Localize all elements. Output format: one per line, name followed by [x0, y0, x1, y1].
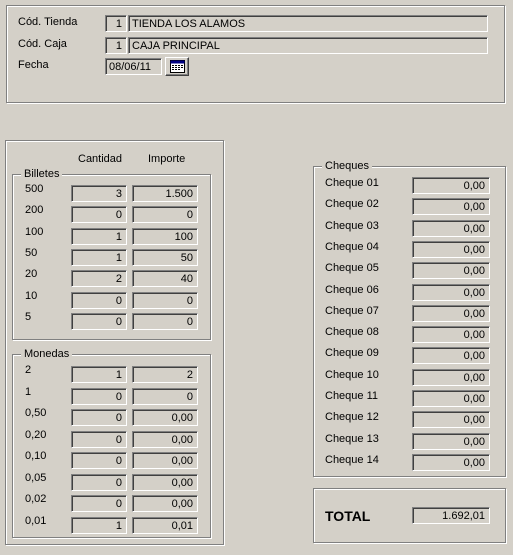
cheque-value-field[interactable]: 0,00: [412, 198, 490, 216]
monedas-importe-field: 0,00: [132, 495, 198, 512]
cheque-label: Cheque 05: [325, 262, 379, 275]
monedas-importe-field: 0,00: [132, 409, 198, 426]
cheque-label: Cheque 14: [325, 453, 379, 466]
monedas-denom-label: 1: [25, 385, 32, 398]
cheques-legend: Cheques: [322, 160, 373, 172]
billetes-denom-label: 50: [25, 246, 38, 259]
monedas-importe-field: 0,01: [132, 516, 198, 534]
billetes-cantidad-field[interactable]: 1: [71, 227, 127, 245]
cheque-value-field[interactable]: 0,00: [412, 326, 490, 344]
cheque-value-field[interactable]: 0,00: [412, 368, 490, 386]
fecha-label: Fecha: [18, 59, 49, 71]
billetes-cantidad-field[interactable]: 0: [71, 206, 127, 224]
cheque-value-field[interactable]: 0,00: [412, 453, 490, 471]
billetes-denom-label: 5: [25, 310, 32, 323]
billetes-importe-field: 100: [132, 227, 198, 245]
calendar-icon: [170, 60, 185, 73]
total-label: TOTAL: [325, 508, 371, 524]
cheque-label: Cheque 06: [325, 283, 379, 296]
billetes-importe-field: 0: [132, 206, 198, 224]
cheque-value-field[interactable]: 0,00: [412, 347, 490, 365]
billetes-denom-label: 10: [25, 289, 38, 302]
billetes-importe-field: 50: [132, 248, 198, 266]
tienda-code-field[interactable]: 1: [105, 15, 127, 32]
monedas-importe-field: 0,00: [132, 452, 198, 469]
billetes-cantidad-field[interactable]: 0: [71, 291, 127, 309]
monedas-denom-label: 0,05: [25, 471, 47, 484]
cantidad-header: Cantidad: [78, 153, 123, 165]
monedas-denom-label: 0,02: [25, 493, 47, 505]
tienda-label: Cód. Tienda: [18, 16, 78, 28]
cheque-label: Cheque 07: [325, 304, 379, 317]
cheque-value-field[interactable]: 0,00: [412, 283, 490, 301]
cheque-value-field[interactable]: 0,00: [412, 177, 490, 194]
billetes-importe-field: 1.500: [132, 185, 198, 202]
billetes-importe-field: 0: [132, 312, 198, 330]
monedas-cantidad-field[interactable]: 0: [71, 409, 127, 426]
monedas-legend: Monedas: [21, 348, 73, 360]
cheque-value-field[interactable]: 0,00: [412, 240, 490, 258]
monedas-denom-label: 2: [25, 364, 32, 376]
cheque-value-field[interactable]: 0,00: [412, 219, 490, 237]
billetes-denom-label: 100: [25, 225, 44, 238]
tienda-name-field[interactable]: TIENDA LOS ALAMOS: [128, 15, 488, 32]
cheque-value-field[interactable]: 0,00: [412, 304, 490, 322]
monedas-importe-field: 0: [132, 387, 198, 405]
fecha-field[interactable]: 08/06/11: [105, 58, 162, 75]
monedas-importe-field: 0,00: [132, 430, 198, 448]
cheque-label: Cheque 11: [325, 390, 379, 402]
monedas-importe-field: 2: [132, 366, 198, 383]
monedas-denom-label: 0,10: [25, 450, 47, 462]
monedas-cantidad-field[interactable]: 1: [71, 516, 127, 534]
billetes-cantidad-field[interactable]: 2: [71, 270, 127, 288]
monedas-denom-label: 0,20: [25, 428, 47, 441]
monedas-cantidad-field[interactable]: 1: [71, 366, 127, 383]
billetes-denom-label: 500: [25, 183, 44, 195]
cheque-label: Cheque 08: [325, 326, 379, 339]
cheque-label: Cheque 02: [325, 198, 379, 211]
billetes-importe-field: 0: [132, 291, 198, 309]
monedas-denom-label: 0,01: [25, 514, 47, 527]
monedas-cantidad-field[interactable]: 0: [71, 473, 127, 491]
cheque-value-field[interactable]: 0,00: [412, 390, 490, 407]
caja-name-field[interactable]: CAJA PRINCIPAL: [128, 37, 488, 54]
caja-code-field[interactable]: 1: [105, 37, 127, 54]
cheque-label: Cheque 12: [325, 411, 379, 424]
importe-header: Importe: [148, 153, 186, 165]
cheque-label: Cheque 03: [325, 219, 379, 232]
cheque-label: Cheque 09: [325, 347, 379, 360]
monedas-cantidad-field[interactable]: 0: [71, 452, 127, 469]
cheque-label: Cheque 10: [325, 368, 379, 381]
billetes-legend: Billetes: [21, 168, 63, 180]
billetes-cantidad-field[interactable]: 0: [71, 312, 127, 330]
monedas-cantidad-field[interactable]: 0: [71, 387, 127, 405]
monedas-cantidad-field[interactable]: 0: [71, 495, 127, 512]
monedas-importe-field: 0,00: [132, 473, 198, 491]
cheque-value-field[interactable]: 0,00: [412, 411, 490, 429]
billetes-denom-label: 20: [25, 268, 38, 281]
cheque-label: Cheque 01: [325, 177, 379, 189]
monedas-cantidad-field[interactable]: 0: [71, 430, 127, 448]
total-field: 1.692,01: [412, 507, 490, 524]
calendar-button[interactable]: [165, 57, 189, 76]
billetes-denom-label: 200: [25, 204, 44, 217]
billetes-cantidad-field[interactable]: 3: [71, 185, 127, 202]
cheque-value-field[interactable]: 0,00: [412, 262, 490, 280]
cheque-label: Cheque 04: [325, 240, 379, 253]
monedas-denom-label: 0,50: [25, 407, 47, 419]
cheque-label: Cheque 13: [325, 432, 379, 445]
caja-label: Cód. Caja: [18, 38, 67, 50]
cheque-value-field[interactable]: 0,00: [412, 432, 490, 450]
billetes-cantidad-field[interactable]: 1: [71, 248, 127, 266]
billetes-importe-field: 40: [132, 270, 198, 288]
